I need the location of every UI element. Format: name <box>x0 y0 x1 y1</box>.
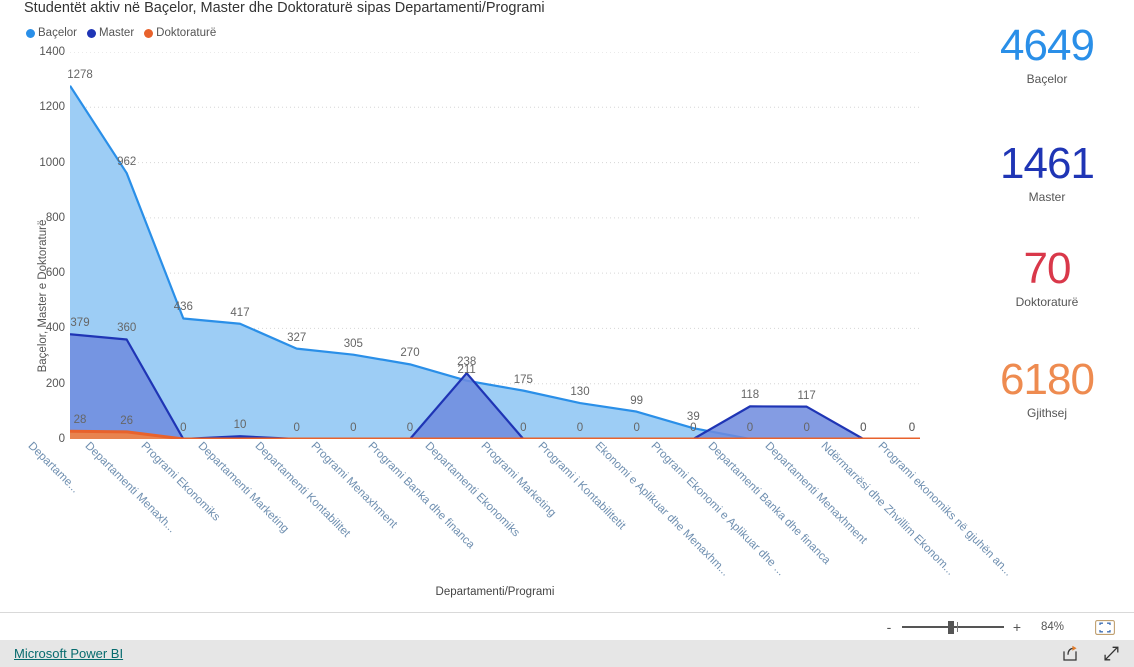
data-label: 238 <box>457 356 477 369</box>
x-axis: Departame... Departamenti Menaxh... Progra… <box>0 440 1015 585</box>
x-axis-tick: Departamenti Menaxhment <box>762 440 869 547</box>
chart-title: Studentët aktiv në Baçelor, Master dhe D… <box>24 0 545 16</box>
report-canvas: Studentët aktiv në Baçelor, Master dhe D… <box>0 0 1134 612</box>
data-label: 118 <box>740 389 760 402</box>
legend-label: Doktoraturë <box>156 27 217 39</box>
zoom-in-button[interactable]: + <box>1011 619 1023 635</box>
y-axis-title: Baçelor, Master e Doktoraturë <box>37 219 49 373</box>
data-label: 270 <box>400 347 420 360</box>
data-label: 0 <box>406 422 414 434</box>
legend-color-swatch <box>144 28 154 38</box>
data-label: 99 <box>630 394 644 407</box>
data-label: 0 <box>520 422 527 434</box>
area-chart-visual[interactable]: Studentët aktiv në Baçelor, Master dhe D… <box>0 0 1015 612</box>
kpi-label: Master <box>1028 190 1066 204</box>
data-label: 305 <box>343 337 363 350</box>
fullscreen-glyph <box>1104 646 1119 661</box>
data-label: 0 <box>690 422 697 434</box>
legend-item-baçelor[interactable]: Baçelor <box>26 27 77 39</box>
fit-to-screen-glyph <box>1095 619 1115 635</box>
kpi-label: Gjithsej <box>1026 406 1067 420</box>
zoom-percent-label: 84% <box>1040 621 1064 633</box>
fullscreen-icon[interactable] <box>1103 645 1120 662</box>
legend-label: Baçelor <box>38 27 77 39</box>
data-label: 0 <box>633 422 640 434</box>
data-label: 327 <box>287 331 307 344</box>
data-label: 0 <box>350 422 357 434</box>
y-axis-tick: 1400 <box>39 46 65 58</box>
data-label: 0 <box>180 422 187 434</box>
x-axis-tick: Departamenti Ekonomiks <box>422 440 522 540</box>
legend-item-master[interactable]: Master <box>87 27 134 39</box>
zoom-slider[interactable] <box>902 621 1004 634</box>
kpi-value: 1461 <box>1000 139 1095 188</box>
data-label: 417 <box>230 306 250 319</box>
zoom-control[interactable]: - + 84% <box>883 619 1064 635</box>
data-label: 28 <box>73 414 87 427</box>
footer-bar: Microsoft Power BI <box>0 640 1134 667</box>
y-axis-tick: 1000 <box>39 156 65 169</box>
data-label: 117 <box>797 389 816 402</box>
kpi-label: Doktoraturë <box>1015 295 1079 309</box>
data-label: 0 <box>746 422 754 434</box>
data-labels-layer: 1278 962 436 417 327 305 270 211 175 130 99 39 0 0 0 0 3… <box>67 52 920 439</box>
footer-actions <box>1062 645 1120 662</box>
zoom-out-button[interactable]: - <box>883 619 895 635</box>
data-label: 0 <box>908 422 916 434</box>
kpi-card-doktoraturë[interactable]: 70 Doktoraturë <box>960 244 1134 310</box>
microsoft-power-bi-link[interactable]: Microsoft Power BI <box>14 646 123 661</box>
share-icon[interactable] <box>1062 645 1079 662</box>
legend-label: Master <box>99 27 135 39</box>
data-label: 1278 <box>67 68 93 81</box>
kpi-label: Baçelor <box>1026 72 1068 86</box>
kpi-panel: 4649 Baçelor 1461 Master 70 Doktoraturë 6180 Gj… <box>960 0 1134 612</box>
y-axis-tick: 1200 <box>39 101 65 114</box>
data-label: 0 <box>860 422 867 434</box>
data-label: 26 <box>120 414 134 427</box>
data-label: 175 <box>513 373 533 386</box>
kpi-card-master[interactable]: 1461 Master <box>960 139 1134 205</box>
legend-item-doktoraturë[interactable]: Doktoraturë <box>144 27 216 39</box>
kpi-value: 70 <box>1023 244 1072 293</box>
zoom-slider-thumb[interactable] <box>948 621 954 634</box>
zoom-slider-notch <box>957 622 958 632</box>
data-label: 10 <box>233 419 247 432</box>
legend-color-swatch <box>26 28 35 38</box>
data-label: 962 <box>117 156 137 169</box>
data-label: 360 <box>117 322 137 335</box>
share-glyph <box>1063 645 1077 661</box>
x-axis-tick: Departamenti Banka dhe financa <box>705 440 833 567</box>
x-axis-tick: Programi Banka dhe financa <box>365 440 477 552</box>
x-axis-tick: Departamenti Marketing <box>195 440 291 536</box>
legend-color-swatch <box>87 28 96 38</box>
fit-to-screen-icon[interactable] <box>1094 619 1116 635</box>
data-label: 436 <box>173 301 193 314</box>
x-axis-tick: Departamenti Menaxh... <box>82 440 178 536</box>
data-label: 0 <box>803 422 810 434</box>
y-axis-tick: 200 <box>45 377 65 390</box>
data-label: 0 <box>293 422 300 434</box>
y-axis-tick: 600 <box>45 267 65 280</box>
kpi-card-gjithsej[interactable]: 6180 Gjithsej <box>960 355 1134 421</box>
y-axis: Baçelor, Master e Doktoraturë 0 200 400 600… <box>20 45 65 446</box>
x-axis-tick: Departame... <box>25 440 82 496</box>
data-label: 379 <box>70 317 90 330</box>
kpi-card-baçelor[interactable]: 4649 Baçelor <box>960 21 1134 87</box>
kpi-value: 4649 <box>1000 21 1095 70</box>
status-bar: - + 84% <box>0 612 1134 641</box>
y-axis-tick: 800 <box>45 211 65 224</box>
data-label: 130 <box>570 386 590 399</box>
chart-legend: Baçelor Master Doktoraturë <box>26 27 216 39</box>
x-axis-tick: Departamenti Kontabilitet <box>252 440 352 540</box>
y-axis-tick: 400 <box>45 322 65 335</box>
x-axis-title: Departamenti/Programi <box>435 586 555 598</box>
kpi-value: 6180 <box>1000 355 1095 404</box>
data-label: 0 <box>576 422 584 434</box>
